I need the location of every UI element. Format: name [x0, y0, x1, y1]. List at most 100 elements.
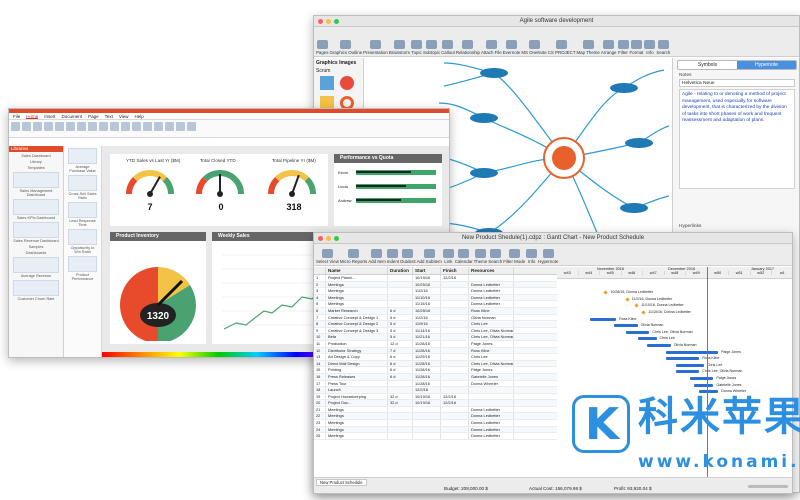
library-item[interactable]: Sales Dashboard: [13, 154, 59, 158]
toolbar-button[interactable]: Micro Reports: [340, 249, 367, 264]
tab-hypernote[interactable]: Hypernote: [737, 61, 796, 69]
toolbar-button[interactable]: Pages: [316, 40, 328, 55]
toolbar-button[interactable]: Calendar: [455, 249, 473, 264]
toolbar-button[interactable]: Info: [526, 249, 538, 264]
library-item[interactable]: Sales Revenue Dashboard: [13, 222, 59, 243]
column-header[interactable]: [314, 267, 326, 274]
task-bar[interactable]: [666, 350, 719, 354]
shape-item[interactable]: Opportunity to Win Ratio: [68, 229, 97, 254]
table-row[interactable]: 19 Project Housekeeping 32 d 10/19/16 12/2/1…: [314, 393, 557, 401]
connector-icon[interactable]: [88, 122, 97, 131]
table-row[interactable]: 21 Meetings Donna Ledbetter: [314, 406, 557, 414]
target-icon[interactable]: [340, 76, 354, 90]
close-button[interactable]: [318, 236, 323, 241]
library-item[interactable]: Templates: [13, 166, 59, 170]
table-row[interactable]: 17 Press Tour 11/28/16 Donna Wheeler: [314, 380, 557, 388]
toolbar-button[interactable]: Add Subitem: [417, 249, 442, 264]
table-row[interactable]: 11 Production 12 d 11/28/16 Paige Jones: [314, 340, 557, 348]
toolbar-button[interactable]: Relationship: [456, 40, 480, 55]
toolbar-button[interactable]: Add Item: [368, 249, 386, 264]
table-row[interactable]: 16 Press Releases 6 d 11/28/16 Gabrielle Jon…: [314, 373, 557, 381]
table-row[interactable]: 15 Printing 6 d 11/28/16 Paige Jones: [314, 367, 557, 374]
task-bar[interactable]: [647, 343, 671, 348]
table-row[interactable]: 12 Distributor Strategy 7 d 11/28/16 Ross Kl…: [314, 347, 557, 355]
table-row[interactable]: 23 Meetings Donna Ledbetter: [314, 420, 557, 427]
notes-textarea[interactable]: Agile - relating to or denoting a method…: [679, 89, 795, 189]
shape-item[interactable]: Product Performance: [68, 256, 97, 281]
table-row[interactable]: 13 Ad Design & Copy 6 d 11/29/16 Chris Lee: [314, 354, 557, 361]
table-row[interactable]: 10 Beta 5 d 11/21/16 Chris Lee, Olivia Norma…: [314, 334, 557, 341]
task-bar[interactable]: [637, 337, 657, 341]
toolbar-button[interactable]: Hypernote: [538, 249, 558, 264]
find-icon[interactable]: [187, 122, 196, 131]
toolbar-button[interactable]: Topic: [411, 40, 423, 55]
toolbar-button[interactable]: Indent: [387, 249, 399, 264]
milestone[interactable]: [603, 290, 609, 295]
library-item[interactable]: Samples: [13, 245, 59, 249]
task-bar[interactable]: [689, 376, 714, 381]
toolbar-button[interactable]: Theme: [474, 249, 487, 264]
library-item[interactable]: Sales Management Dashboard: [13, 172, 59, 197]
table-row[interactable]: 8 Creative Concept & Design 25 d 11/9/16 Ch…: [314, 321, 557, 328]
table-row[interactable]: 2 Meetings 10/25/16 Donna Ledbetter: [314, 281, 557, 289]
table-row[interactable]: 4 Meetings 11/10/16 Donna Ledbetter: [314, 294, 557, 302]
table-row[interactable]: 9 Creative Concept & Design 35 d 11/14/16 C…: [314, 327, 557, 335]
shape-item[interactable]: Lead Response Time: [68, 202, 97, 227]
library-item[interactable]: Dashboards: [13, 251, 59, 255]
toolbar-button[interactable]: Select View: [316, 249, 339, 264]
toolbar-button[interactable]: Presentation: [363, 40, 388, 55]
library-item[interactable]: Average Revenue: [13, 257, 59, 278]
tab-symbols[interactable]: Symbols: [678, 61, 737, 69]
shape-item[interactable]: Cross-Sell Sales Ratio: [68, 175, 97, 200]
ribbon-tab[interactable]: Document: [62, 113, 83, 119]
task-bar[interactable]: [675, 363, 704, 367]
column-header[interactable]: Name: [326, 267, 388, 274]
minimize-button[interactable]: [326, 19, 331, 24]
toolbar-button[interactable]: Callout: [441, 40, 455, 55]
scrum-board-icon[interactable]: [320, 76, 334, 90]
group-icon[interactable]: [154, 122, 163, 131]
library-item[interactable]: Sales KPIs Dashboard: [13, 199, 59, 220]
ribbon-tab[interactable]: Page: [88, 113, 99, 119]
ribbon-tab[interactable]: Home: [26, 113, 39, 119]
table-row[interactable]: 14 Direct Mail Design 6 d 11/28/16 Chris Lee…: [314, 360, 557, 368]
toolbar-button[interactable]: Search: [656, 40, 670, 55]
align-icon[interactable]: [165, 122, 174, 131]
table-row[interactable]: 3 Meetings 11/2/16 Donna Ledbetter: [314, 288, 557, 295]
toolbar-button[interactable]: Info: [644, 40, 656, 55]
minimize-button[interactable]: [326, 236, 331, 241]
table-row[interactable]: 1 Project Planni... 10/19/16 12/2/16: [314, 275, 557, 282]
ribbon-tab[interactable]: View: [119, 113, 129, 119]
copy-icon[interactable]: [33, 122, 42, 131]
toolbar-button[interactable]: Filter: [617, 40, 629, 55]
milestone[interactable]: [641, 310, 646, 315]
column-header[interactable]: Finish: [441, 267, 469, 274]
task-bar[interactable]: [613, 324, 638, 328]
toolbar-button[interactable]: Format: [630, 40, 643, 55]
task-bar[interactable]: [590, 317, 617, 321]
column-header[interactable]: Duration: [388, 267, 413, 274]
font-color-icon[interactable]: [66, 122, 75, 131]
toolbar-button[interactable]: Map Theme: [577, 40, 600, 55]
table-row[interactable]: 6 Market Research 6 d 10/28/16 Ross Kline: [314, 307, 557, 315]
library-item[interactable]: Customer Churn Rate: [13, 280, 59, 301]
select-icon[interactable]: [77, 122, 86, 131]
toolbar-button[interactable]: Graphics Outline: [329, 40, 362, 55]
toolbar-button[interactable]: Subtopic: [423, 40, 440, 55]
task-bar[interactable]: [675, 370, 700, 374]
table-row[interactable]: 20 Project Doc... 32 d 10/19/16 12/2/16: [314, 400, 557, 407]
column-header[interactable]: Resources: [469, 267, 514, 274]
sheet-tab[interactable]: New Product Schedule: [316, 479, 367, 486]
arrange-icon[interactable]: [143, 122, 152, 131]
toolbar-button[interactable]: Brainstorm: [389, 40, 410, 55]
spelling-icon[interactable]: [176, 122, 185, 131]
table-row[interactable]: 22 Meetings Donna Ledbetter: [314, 413, 557, 421]
column-header[interactable]: Start: [413, 267, 441, 274]
fill-icon[interactable]: [132, 122, 141, 131]
italic-icon[interactable]: [55, 122, 64, 131]
paste-icon[interactable]: [11, 122, 20, 131]
task-bar[interactable]: [694, 383, 714, 387]
bold-icon[interactable]: [44, 122, 53, 131]
toolbar-button[interactable]: Attach File: [481, 40, 502, 55]
milestone[interactable]: [634, 303, 639, 308]
